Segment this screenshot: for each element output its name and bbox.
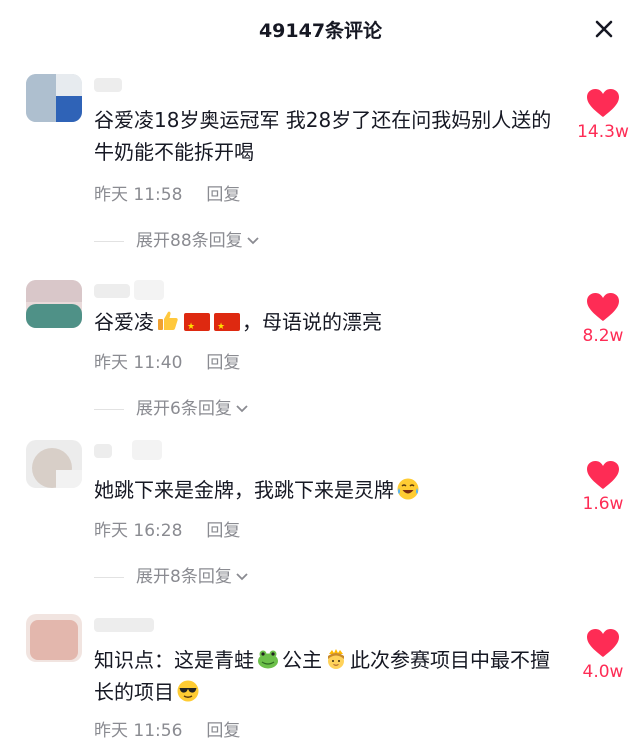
comment-text-segment: 谷爱凌18岁奥运冠军 我28岁了还在问我妈别人送的牛奶能不能拆开喝 xyxy=(94,108,552,164)
reply-button[interactable]: 回复 xyxy=(206,180,240,205)
heart-icon xyxy=(587,293,619,321)
comment-text-segment: 谷爱凌 xyxy=(94,310,154,334)
heart-icon xyxy=(587,89,619,117)
comment-meta: 昨天 11:56 回复 xyxy=(94,716,240,741)
expand-replies-button[interactable]: 展开8条回复 xyxy=(94,562,249,587)
reply-button[interactable]: 回复 xyxy=(206,716,240,741)
blurred-username-extra xyxy=(132,440,162,460)
comment-text: 知识点：这是青蛙 公主 此次参赛项目中最不擅长的项目 xyxy=(94,644,564,708)
like-count: 1.6w xyxy=(582,494,624,514)
comment-time: 昨天 11:56 xyxy=(94,721,183,741)
comment-item: 知识点：这是青蛙 公主 此次参赛项目中最不擅长的项目 昨天 11:56 回复 4.0w xyxy=(0,614,641,747)
comment-text-segment: 公主 xyxy=(282,648,322,672)
comment-time: 昨天 11:58 xyxy=(94,185,183,205)
avatar[interactable] xyxy=(26,440,82,488)
divider-line xyxy=(94,576,124,578)
like-count: 14.3w xyxy=(577,122,629,142)
comment-item: 谷爱凌18岁奥运冠军 我28岁了还在问我妈别人送的牛奶能不能拆开喝 昨天 11:… xyxy=(0,74,641,251)
blurred-username[interactable] xyxy=(94,444,112,458)
comments-header: 49147条评论 xyxy=(0,0,641,58)
like-button[interactable]: 1.6w xyxy=(568,460,638,514)
comment-item: 她跳下来是金牌，我跳下来是灵牌 昨天 16:28 回复 展开8条回复 1.6w xyxy=(0,440,641,590)
expand-replies-label: 展开6条回复 xyxy=(136,399,232,419)
thumbs-up-icon xyxy=(156,309,180,333)
comment-meta: 昨天 11:58 回复 xyxy=(94,180,240,205)
comment-text-segment: ，母语说的漂亮 xyxy=(242,310,382,334)
divider-line xyxy=(94,240,124,242)
chevron-down-icon xyxy=(247,237,259,245)
comment-text: 谷爱凌18岁奥运冠军 我28岁了还在问我妈别人送的牛奶能不能拆开喝 xyxy=(94,104,564,168)
blurred-username[interactable] xyxy=(94,284,130,298)
like-button[interactable]: 14.3w xyxy=(568,88,638,142)
comment-text: 谷爱凌 ，母语说的漂亮 xyxy=(94,306,564,343)
frog-icon xyxy=(256,647,280,671)
expand-replies-button[interactable]: 展开6条回复 xyxy=(94,394,249,419)
avatar[interactable] xyxy=(26,74,82,122)
comment-item: 谷爱凌 ，母语说的漂亮 昨天 11:40 回复 展开6条回复 8.2w xyxy=(0,280,641,420)
reply-button[interactable]: 回复 xyxy=(206,516,240,541)
reply-button[interactable]: 回复 xyxy=(206,348,240,373)
chevron-down-icon xyxy=(236,405,248,413)
blurred-username[interactable] xyxy=(94,78,122,92)
like-button[interactable]: 4.0w xyxy=(568,628,638,682)
like-count: 8.2w xyxy=(582,326,624,346)
china-flag-icon xyxy=(184,311,210,343)
close-icon xyxy=(595,20,613,38)
avatar[interactable] xyxy=(26,280,82,328)
heart-icon xyxy=(587,629,619,657)
heart-icon xyxy=(587,461,619,489)
china-flag-icon xyxy=(214,311,240,343)
blurred-username[interactable] xyxy=(94,618,154,632)
expand-replies-label: 展开88条回复 xyxy=(136,231,243,251)
blurred-username-extra xyxy=(134,280,164,300)
comment-time: 昨天 11:40 xyxy=(94,353,183,373)
like-button[interactable]: 8.2w xyxy=(568,292,638,346)
comment-text-segment: 她跳下来是金牌，我跳下来是灵牌 xyxy=(94,478,394,502)
comment-count-title: 49147条评论 xyxy=(258,20,383,42)
comment-text: 她跳下来是金牌，我跳下来是灵牌 xyxy=(94,474,564,506)
comment-meta: 昨天 16:28 回复 xyxy=(94,516,240,541)
princess-icon xyxy=(324,647,348,671)
crying-laughing-icon xyxy=(396,477,420,501)
close-button[interactable] xyxy=(592,17,616,41)
avatar[interactable] xyxy=(26,614,82,662)
divider-line xyxy=(94,408,124,410)
sunglasses-icon xyxy=(176,679,200,703)
like-count: 4.0w xyxy=(582,662,624,682)
expand-replies-label: 展开8条回复 xyxy=(136,567,232,587)
expand-replies-button[interactable]: 展开88条回复 xyxy=(94,226,260,251)
comment-time: 昨天 16:28 xyxy=(94,521,183,541)
chevron-down-icon xyxy=(236,573,248,581)
comment-meta: 昨天 11:40 回复 xyxy=(94,348,240,373)
comment-text-segment: 知识点：这是青蛙 xyxy=(94,648,254,672)
